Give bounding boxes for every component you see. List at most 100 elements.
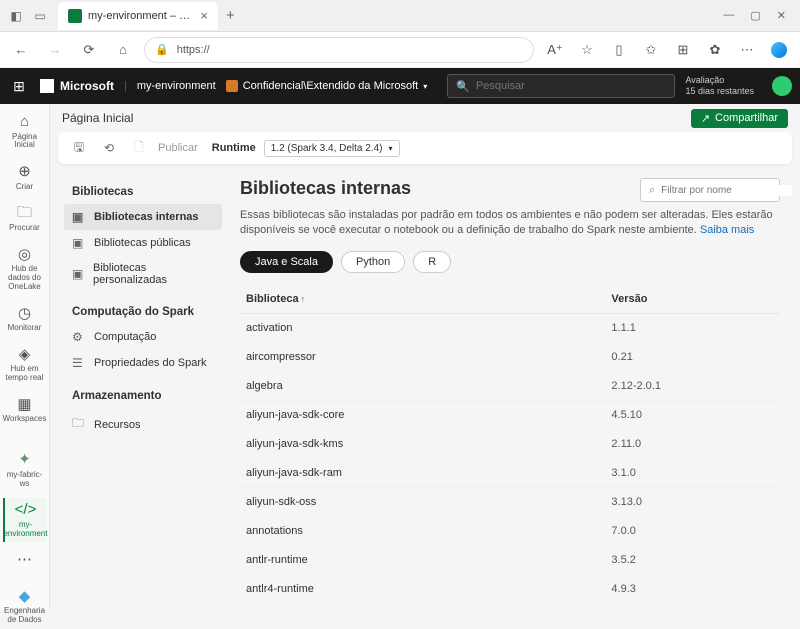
filter-icon: ⌕ — [649, 184, 655, 197]
home-button[interactable]: ⌂ — [110, 37, 136, 63]
filter-input[interactable] — [661, 185, 792, 196]
breadcrumb-text[interactable]: Página Inicial — [62, 111, 133, 125]
url-input[interactable]: 🔒 https:// — [144, 37, 534, 63]
refresh-button[interactable]: ⟳ — [76, 37, 102, 63]
cell-library: aliyun-java-sdk-kms — [240, 429, 605, 458]
app-launcher-icon[interactable]: ⊞ — [8, 75, 30, 97]
panel-title: Bibliotecas internas — [240, 178, 411, 199]
nav-home[interactable]: ⌂Página Inicial — [3, 110, 47, 154]
nav-more[interactable]: ⋯ — [3, 548, 47, 573]
nav-environment[interactable]: </>my-environment — [3, 498, 47, 542]
learn-more-link[interactable]: Saiba mais — [700, 224, 754, 236]
pill-python[interactable]: Python — [341, 251, 405, 273]
table-row[interactable]: aliyun-java-sdk-kms2.11.0 — [240, 429, 780, 458]
cell-library: aircompressor — [240, 342, 605, 371]
table-row[interactable]: antlr-runtime3.5.2 — [240, 545, 780, 574]
maximize-icon[interactable]: ▢ — [750, 9, 760, 22]
folder-icon: 🗀 — [17, 205, 32, 222]
nav-create[interactable]: ⊕Criar — [3, 160, 47, 195]
sidebar-section-spark: Computação do Spark — [64, 300, 222, 324]
sidebar-toggle-icon[interactable]: ◧ — [4, 4, 28, 28]
search-box[interactable]: 🔍 — [447, 74, 675, 98]
sidebar-item-compute[interactable]: ⚙Computação — [64, 324, 222, 350]
brand-logo[interactable]: Microsoft — [40, 79, 114, 93]
main-area: Página Inicial ↗ Compartilhar 🖫 ⟲ 🗋 Publ… — [50, 104, 800, 609]
left-nav: ⌂Página Inicial ⊕Criar 🗀Procurar ◎Hub de… — [0, 104, 50, 609]
close-icon[interactable]: ✕ — [777, 9, 786, 22]
database-icon: ◎ — [18, 247, 31, 264]
tab-close-icon[interactable]: × — [200, 8, 208, 23]
content-panel: Bibliotecas internas ⌕ Essas bibliotecas… — [228, 172, 792, 601]
browser-tab[interactable]: my-environment – Dados do Sy × — [58, 2, 218, 30]
book-icon: ▣ — [72, 236, 86, 250]
cell-version: 3.5.2 — [605, 545, 780, 574]
tabs-icon[interactable]: ▭ — [28, 4, 52, 28]
data-engineering-icon: ◆ — [19, 589, 31, 606]
nav-realtime-hub[interactable]: ◈Hub em tempo real — [3, 343, 47, 387]
save-button[interactable]: 🖫 — [68, 137, 90, 159]
table-row[interactable]: activation1.1.1 — [240, 313, 780, 342]
sidebar-item-internal-libs[interactable]: ▣Bibliotecas internas — [64, 204, 222, 230]
new-tab-icon[interactable]: + — [226, 7, 235, 24]
list-icon: ☰ — [72, 356, 86, 370]
table-row[interactable]: aircompressor0.21 — [240, 342, 780, 371]
sidebar-item-spark-props[interactable]: ☰Propriedades do Spark — [64, 350, 222, 376]
table-row[interactable]: algebra2.12-2.0.1 — [240, 371, 780, 400]
runtime-label: Runtime — [212, 142, 256, 154]
environment-name[interactable]: my-environment — [137, 80, 216, 92]
nav-workspaces[interactable]: ▦Workspaces — [3, 393, 47, 428]
user-avatar[interactable] — [772, 76, 792, 96]
tab-favicon-icon — [68, 9, 82, 23]
refresh-env-button[interactable]: ⟲ — [98, 137, 120, 159]
col-library[interactable]: Biblioteca↑ — [240, 285, 605, 314]
favorites-bar-icon[interactable]: ✩ — [638, 37, 664, 63]
col-version[interactable]: Versão — [605, 285, 780, 314]
table-row[interactable]: antlr4-runtime4.9.3 — [240, 574, 780, 601]
tab-title: my-environment – Dados do Sy — [88, 10, 194, 22]
copilot-icon[interactable] — [766, 37, 792, 63]
sensitivity-label[interactable]: Confidencial\Extendido da Microsoft ▾ — [226, 80, 428, 92]
table-row[interactable]: annotations7.0.0 — [240, 516, 780, 545]
sidebar-item-public-libs[interactable]: ▣Bibliotecas públicas — [64, 230, 222, 256]
collections-icon[interactable]: ⊞ — [670, 37, 696, 63]
settings-sidebar: Bibliotecas ▣Bibliotecas internas ▣Bibli… — [58, 172, 228, 601]
pill-java-scala[interactable]: Java e Scala — [240, 251, 333, 273]
nav-persona[interactable]: ◆Engenharia de Dados — [3, 585, 47, 629]
extensions-icon[interactable]: ✿ — [702, 37, 728, 63]
plus-circle-icon: ⊕ — [18, 164, 31, 181]
share-button[interactable]: ↗ Compartilhar — [691, 109, 788, 128]
back-button[interactable]: ← — [8, 37, 34, 63]
nav-browse[interactable]: 🗀Procurar — [3, 201, 47, 236]
libraries-table: Biblioteca↑ Versão activation1.1.1aircom… — [240, 285, 780, 601]
ellipsis-icon: ⋯ — [17, 552, 32, 569]
table-row[interactable]: aliyun-java-sdk-ram3.1.0 — [240, 458, 780, 487]
microsoft-logo-icon — [40, 79, 54, 93]
pill-r[interactable]: R — [413, 251, 451, 273]
sidebar-section-storage: Armazenamento — [64, 384, 222, 408]
nav-fabric-workspace[interactable]: ✦my-fabric-ws — [3, 448, 47, 492]
minimize-icon[interactable]: — — [723, 9, 734, 22]
address-bar: ← → ⟳ ⌂ 🔒 https:// A⁺ ☆ ▯ ✩ ⊞ ✿ ⋯ — [0, 32, 800, 68]
cell-version: 2.11.0 — [605, 429, 780, 458]
runtime-select[interactable]: 1.2 (Spark 3.4, Delta 2.4) ▾ — [264, 140, 400, 157]
monitor-icon: ◷ — [18, 306, 31, 323]
window-titlebar: ◧ ▭ my-environment – Dados do Sy × + — ▢… — [0, 0, 800, 32]
table-row[interactable]: aliyun-java-sdk-core4.5.10 — [240, 400, 780, 429]
nav-onelake-hub[interactable]: ◎Hub de dados do OneLake — [3, 243, 47, 296]
search-input[interactable] — [476, 80, 667, 92]
cell-version: 4.5.10 — [605, 400, 780, 429]
cell-library: antlr-runtime — [240, 545, 605, 574]
cell-version: 1.1.1 — [605, 313, 780, 342]
filter-box[interactable]: ⌕ — [640, 178, 780, 202]
more-icon[interactable]: ⋯ — [734, 37, 760, 63]
split-icon[interactable]: ▯ — [606, 37, 632, 63]
nav-monitor[interactable]: ◷Monitorar — [3, 302, 47, 337]
favorite-icon[interactable]: ☆ — [574, 37, 600, 63]
table-row[interactable]: aliyun-sdk-oss3.13.0 — [240, 487, 780, 516]
sort-asc-icon: ↑ — [301, 294, 306, 304]
sidebar-item-resources[interactable]: 🗀Recursos — [64, 408, 222, 441]
cell-library: annotations — [240, 516, 605, 545]
read-aloud-icon[interactable]: A⁺ — [542, 37, 568, 63]
cell-version: 3.1.0 — [605, 458, 780, 487]
sidebar-item-custom-libs[interactable]: ▣Bibliotecas personalizadas — [64, 256, 222, 292]
